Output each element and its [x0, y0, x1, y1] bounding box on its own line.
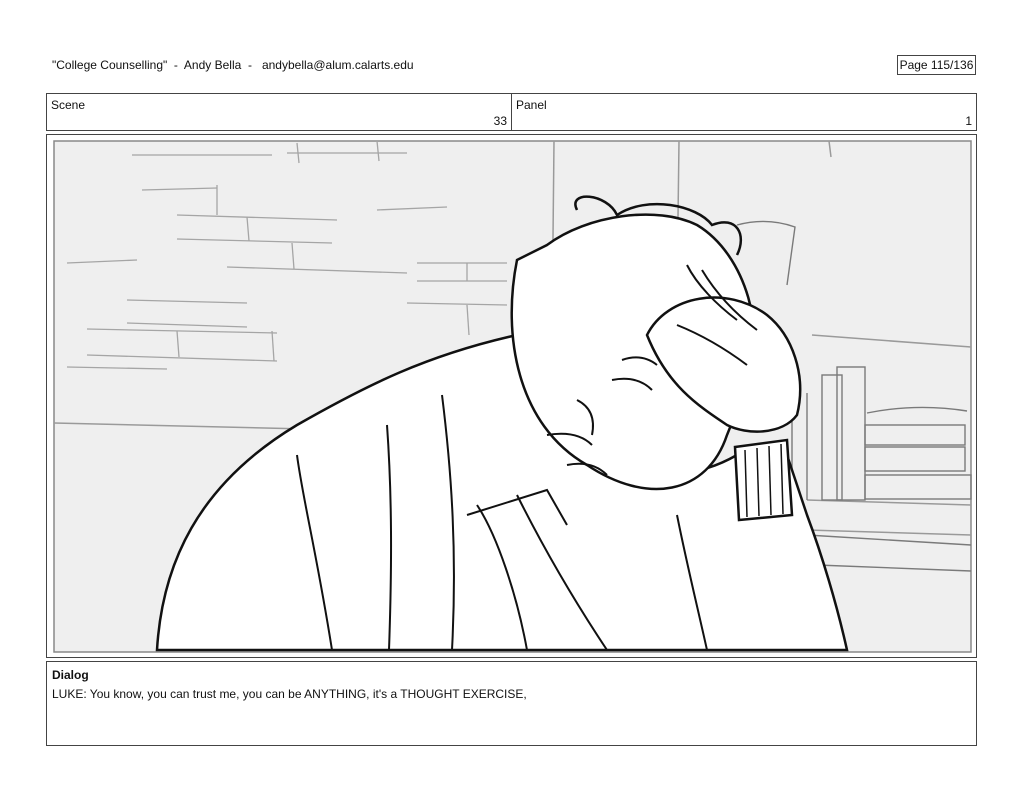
panel-number: 1	[965, 114, 972, 128]
scene-panel-row: Scene 33 Panel 1	[46, 93, 977, 131]
storyboard-panel	[46, 134, 977, 658]
dialog-label: Dialog	[52, 668, 89, 682]
scene-number: 33	[493, 114, 507, 128]
page-number-box: Page 115/136	[897, 55, 976, 75]
dialog-box: Dialog LUKE: You know, you can trust me,…	[46, 661, 977, 746]
header-title: "College Counselling" - Andy Bella - and…	[52, 58, 414, 72]
dialog-text: LUKE: You know, you can trust me, you ca…	[52, 687, 527, 701]
panel-cell: Panel 1	[511, 94, 976, 130]
storyboard-sketch-image	[53, 140, 972, 653]
scene-cell: Scene 33	[47, 94, 511, 130]
panel-label: Panel	[516, 98, 547, 112]
scene-label: Scene	[51, 98, 86, 112]
